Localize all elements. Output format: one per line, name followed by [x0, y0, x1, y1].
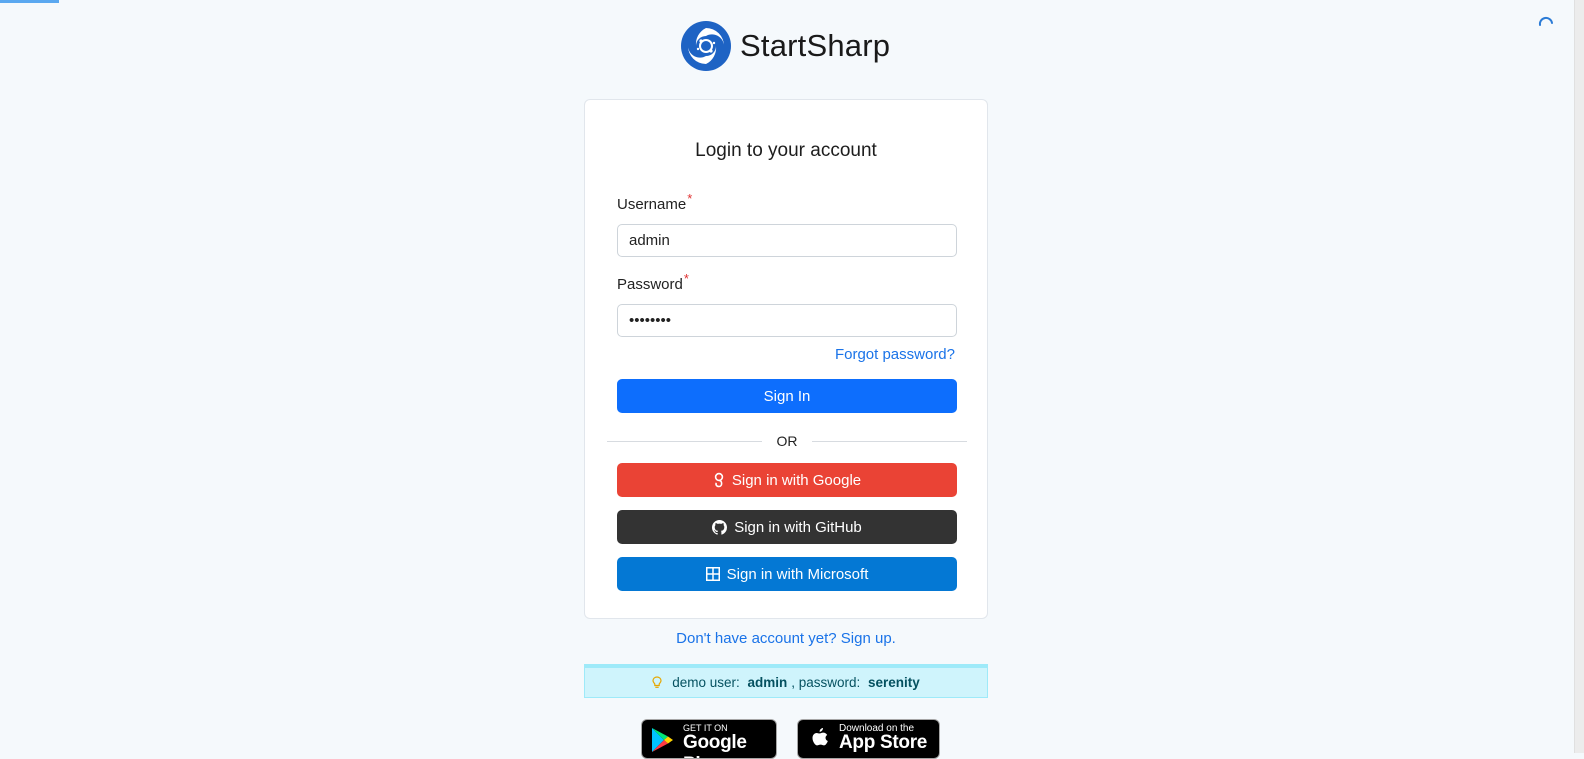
or-divider: OR: [607, 433, 967, 449]
username-label: Username*: [617, 191, 692, 213]
loading-spinner-icon: [1538, 16, 1553, 26]
sign-in-label: Sign In: [763, 387, 811, 405]
username-label-text: Username: [617, 196, 687, 213]
google-play-badge[interactable]: GET IT ON Google Play: [641, 719, 777, 759]
lightbulb-icon: [652, 676, 662, 688]
username-input[interactable]: [617, 224, 957, 257]
login-title: Login to your account: [695, 140, 877, 161]
microsoft-icon: [705, 567, 720, 581]
startsharp-logo-icon: [681, 21, 731, 71]
sign-in-google-button[interactable]: Sign in with Google: [617, 463, 957, 497]
google-play-big-text: Google Play: [683, 732, 747, 758]
demo-credentials-alert: demo user: admin, password: serenity: [584, 664, 988, 698]
required-marker: *: [687, 191, 693, 206]
app-store-big-text: App Store: [839, 732, 928, 753]
sign-in-google-label: Sign in with Google: [731, 471, 862, 489]
sign-in-microsoft-button[interactable]: Sign in with Microsoft: [617, 557, 957, 591]
demo-username: admin: [747, 675, 788, 690]
password-label: Password*: [617, 271, 689, 293]
password-label-text: Password: [617, 276, 683, 293]
sign-in-button[interactable]: Sign In: [617, 379, 957, 413]
page-scrollbar[interactable]: [1574, 0, 1584, 753]
forgot-password-link[interactable]: Forgot password?: [835, 346, 955, 363]
password-input[interactable]: [617, 304, 957, 337]
apple-icon: [812, 728, 828, 746]
sign-in-github-label: Sign in with GitHub: [734, 518, 862, 536]
sign-up-link[interactable]: Don't have account yet? Sign up.: [584, 630, 988, 647]
brand-name: StartSharp: [740, 28, 891, 63]
divider-line-right: [812, 441, 967, 442]
required-marker: *: [683, 271, 689, 286]
login-card: Login to your account Username* Password…: [584, 99, 988, 619]
google-play-icon: [652, 728, 673, 752]
brand-logo[interactable]: StartSharp: [681, 20, 890, 72]
sign-in-microsoft-label: Sign in with Microsoft: [726, 565, 869, 583]
github-icon: [712, 519, 728, 535]
demo-password: serenity: [868, 675, 920, 690]
demo-separator: , password:: [791, 675, 865, 690]
demo-prefix: demo user:: [672, 675, 744, 690]
page-load-progress-bar: [0, 0, 59, 3]
sign-in-github-button[interactable]: Sign in with GitHub: [617, 510, 957, 544]
app-store-badge[interactable]: Download on the App Store: [797, 719, 940, 759]
google-icon: [714, 472, 724, 488]
